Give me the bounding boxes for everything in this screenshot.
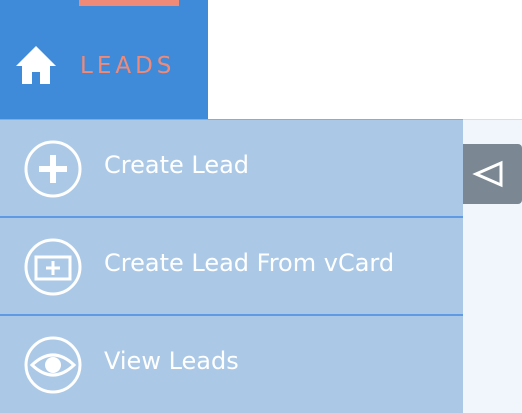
menu-item-label: Create Lead — [104, 151, 250, 179]
menu-item-view-leads[interactable]: View Leads — [0, 316, 463, 412]
header-title: LEADS — [80, 53, 176, 79]
triangle-left-icon — [472, 160, 503, 188]
eye-icon — [24, 336, 82, 394]
leads-menu: Create Lead Create Lead From vCard View … — [0, 119, 463, 413]
menu-item-label: View Leads — [104, 347, 239, 375]
leads-header: LEADS — [0, 0, 208, 119]
header-accent-bar — [79, 0, 179, 6]
top-right-area — [208, 0, 522, 119]
menu-item-create-lead[interactable]: Create Lead — [0, 119, 463, 218]
home-icon[interactable] — [14, 44, 58, 86]
collapse-menu-button[interactable] — [463, 144, 522, 204]
plus-circle-icon — [24, 140, 82, 198]
menu-item-create-lead-vcard[interactable]: Create Lead From vCard — [0, 218, 463, 316]
app-page: LEADS Create Lead Create Lead From vCard — [0, 0, 522, 413]
vcard-add-icon — [24, 238, 82, 296]
menu-item-label: Create Lead From vCard — [104, 249, 395, 277]
